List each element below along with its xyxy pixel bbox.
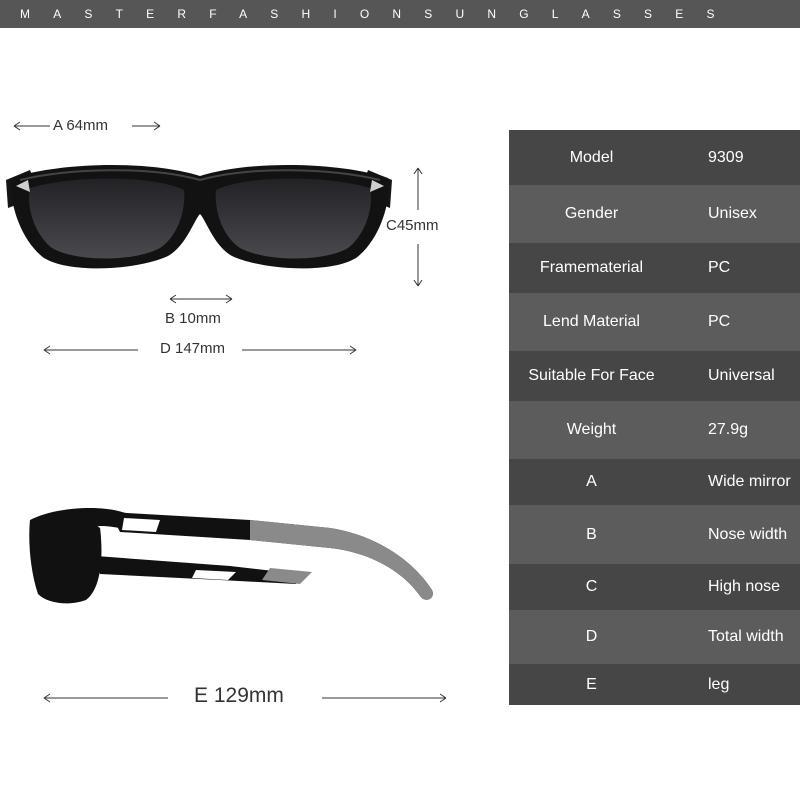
spec-label: Gender xyxy=(564,205,619,222)
spec-label: Model xyxy=(569,148,614,166)
spec-value: Total width xyxy=(708,628,784,645)
spec-value: 27.9g xyxy=(708,421,749,438)
spec-row-gender: Gender Unisex xyxy=(509,185,800,243)
spec-value: leg xyxy=(708,675,730,693)
header-bar: MASTERFASHIONSUNGLASSES xyxy=(0,0,800,28)
spec-label: E xyxy=(586,675,597,693)
dimension-a-label: A 64mm xyxy=(53,117,109,134)
spec-value: Universal xyxy=(708,367,775,384)
spec-row-model: Model 9309 xyxy=(509,130,800,185)
spec-row-framematerial: Framematerial PC xyxy=(509,243,800,293)
spec-label: Framematerial xyxy=(539,259,644,276)
spec-value: 9309 xyxy=(708,148,744,166)
spec-table: Model 9309 Gender Unisex Framematerial P… xyxy=(509,130,800,705)
spec-label: Weight xyxy=(566,421,617,438)
brand-text: MASTERFASHIONSUNGLASSES xyxy=(20,7,738,21)
dimension-c-label: C45mm xyxy=(386,217,439,234)
spec-value: PC xyxy=(708,313,731,330)
dimension-b-arrows xyxy=(169,294,233,304)
dimension-d-label: D 147mm xyxy=(160,340,226,357)
spec-row-lend-material: Lend Material PC xyxy=(509,293,800,351)
spec-value: Wide mirror xyxy=(708,473,791,490)
sunglasses-front-view xyxy=(6,164,392,269)
spec-row-a: A Wide mirror xyxy=(509,459,800,505)
dimension-e-label: E 129mm xyxy=(194,684,284,707)
spec-row-d: D Total width xyxy=(509,610,800,664)
spec-row-weight: Weight 27.9g xyxy=(509,401,800,459)
spec-value: Nose width xyxy=(708,525,788,543)
spec-label: Suitable For Face xyxy=(528,367,655,384)
spec-label: B xyxy=(586,525,597,543)
spec-value: Unisex xyxy=(708,205,757,222)
spec-row-b: B Nose width xyxy=(509,505,800,564)
spec-value: PC xyxy=(708,259,731,276)
sunglasses-side-view xyxy=(29,508,433,604)
spec-value: High nose xyxy=(708,578,781,595)
spec-row-c: C High nose xyxy=(509,564,800,610)
spec-label: C xyxy=(585,578,598,595)
spec-row-e: E leg xyxy=(509,664,800,705)
dimension-b-label: B 10mm xyxy=(165,310,221,327)
spec-label: D xyxy=(585,628,598,645)
spec-label: A xyxy=(586,473,597,490)
spec-label: Lend Material xyxy=(543,313,640,330)
spec-row-suitable-for-face: Suitable For Face Universal xyxy=(509,351,800,401)
